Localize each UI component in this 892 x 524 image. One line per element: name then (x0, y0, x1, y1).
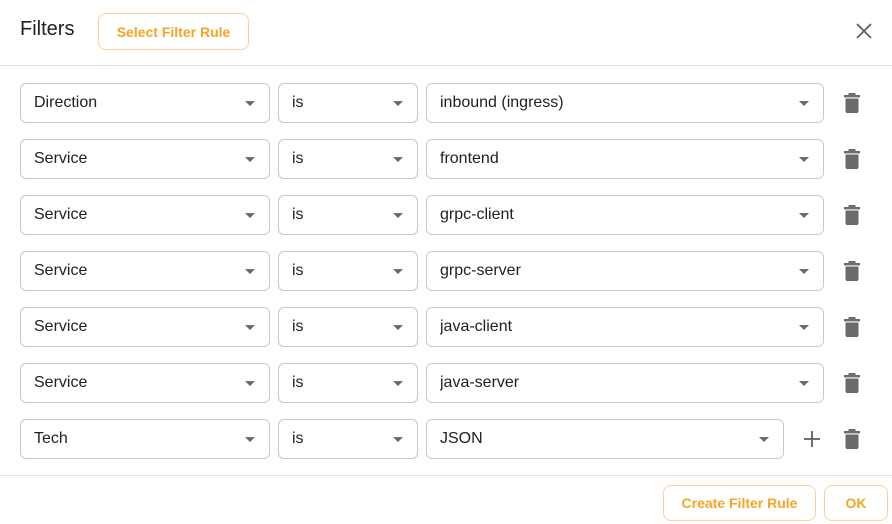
field-select-value: Direction (34, 94, 98, 111)
value-select[interactable]: frontend (426, 139, 824, 179)
field-select-value: Service (34, 262, 88, 279)
ok-button[interactable]: OK (824, 485, 888, 521)
dialog-title: Filters (20, 18, 75, 40)
delete-rule-button[interactable] (840, 203, 864, 227)
field-select[interactable]: Service (20, 363, 270, 403)
chevron-down-icon (245, 101, 255, 106)
value-select-value: grpc-server (440, 262, 521, 279)
operator-select[interactable]: is (278, 195, 418, 235)
value-select[interactable]: JSON (426, 419, 784, 459)
chevron-down-icon (799, 381, 809, 386)
chevron-down-icon (245, 437, 255, 442)
chevron-down-icon (393, 101, 403, 106)
field-select-value: Service (34, 374, 88, 391)
filter-rule-row: Service is java-client (0, 307, 892, 347)
trash-icon (844, 93, 860, 113)
operator-select[interactable]: is (278, 419, 418, 459)
trash-icon (844, 149, 860, 169)
field-select[interactable]: Tech (20, 419, 270, 459)
field-select-value: Service (34, 150, 88, 167)
plus-icon (804, 431, 820, 447)
value-select-value: JSON (440, 430, 483, 447)
field-select[interactable]: Service (20, 251, 270, 291)
filter-rule-row: Service is frontend (0, 139, 892, 179)
chevron-down-icon (393, 325, 403, 330)
filter-rule-row: Service is java-server (0, 363, 892, 403)
filter-rule-row: Service is grpc-client (0, 195, 892, 235)
operator-select[interactable]: is (278, 139, 418, 179)
chevron-down-icon (245, 157, 255, 162)
value-select[interactable]: inbound (ingress) (426, 83, 824, 123)
field-select[interactable]: Service (20, 307, 270, 347)
field-select-value: Tech (34, 430, 68, 447)
close-icon (856, 23, 872, 39)
delete-rule-button[interactable] (840, 315, 864, 339)
operator-select[interactable]: is (278, 307, 418, 347)
chevron-down-icon (799, 101, 809, 106)
field-select-value: Service (34, 318, 88, 335)
delete-rule-button[interactable] (840, 259, 864, 283)
trash-icon (844, 261, 860, 281)
chevron-down-icon (393, 437, 403, 442)
value-select[interactable]: java-client (426, 307, 824, 347)
field-select-value: Service (34, 206, 88, 223)
field-select[interactable]: Direction (20, 83, 270, 123)
value-select[interactable]: grpc-server (426, 251, 824, 291)
value-select[interactable]: grpc-client (426, 195, 824, 235)
field-select[interactable]: Service (20, 139, 270, 179)
value-select-value: java-client (440, 318, 513, 335)
field-select[interactable]: Service (20, 195, 270, 235)
chevron-down-icon (799, 269, 809, 274)
chevron-down-icon (393, 269, 403, 274)
select-filter-rule-button[interactable]: Select Filter Rule (98, 13, 249, 50)
delete-rule-button[interactable] (840, 147, 864, 171)
value-select-value: java-server (440, 374, 520, 391)
filter-rule-row: Direction is inbound (ingress) (0, 83, 892, 123)
value-select-value: grpc-client (440, 206, 514, 223)
value-select-value: frontend (440, 150, 499, 167)
chevron-down-icon (799, 157, 809, 162)
chevron-down-icon (393, 157, 403, 162)
chevron-down-icon (245, 381, 255, 386)
chevron-down-icon (245, 325, 255, 330)
operator-select[interactable]: is (278, 363, 418, 403)
value-select-value: inbound (ingress) (440, 94, 564, 111)
trash-icon (844, 317, 860, 337)
trash-icon (844, 373, 860, 393)
filter-rule-row: Tech is JSON (0, 419, 892, 459)
delete-rule-button[interactable] (840, 427, 864, 451)
dialog-header: Filters Select Filter Rule (0, 0, 892, 66)
trash-icon (844, 205, 860, 225)
chevron-down-icon (393, 213, 403, 218)
trash-icon (844, 429, 860, 449)
delete-rule-button[interactable] (840, 371, 864, 395)
chevron-down-icon (759, 437, 769, 442)
add-rule-button[interactable] (800, 427, 824, 451)
delete-rule-button[interactable] (840, 91, 864, 115)
chevron-down-icon (799, 213, 809, 218)
chevron-down-icon (393, 381, 403, 386)
chevron-down-icon (245, 213, 255, 218)
filter-rule-row: Service is grpc-server (0, 251, 892, 291)
chevron-down-icon (799, 325, 809, 330)
create-filter-rule-button[interactable]: Create Filter Rule (663, 485, 816, 521)
value-select[interactable]: java-server (426, 363, 824, 403)
close-button[interactable] (852, 19, 876, 43)
dialog-footer: Create Filter Rule OK (0, 475, 892, 524)
operator-select[interactable]: is (278, 83, 418, 123)
chevron-down-icon (245, 269, 255, 274)
operator-select[interactable]: is (278, 251, 418, 291)
